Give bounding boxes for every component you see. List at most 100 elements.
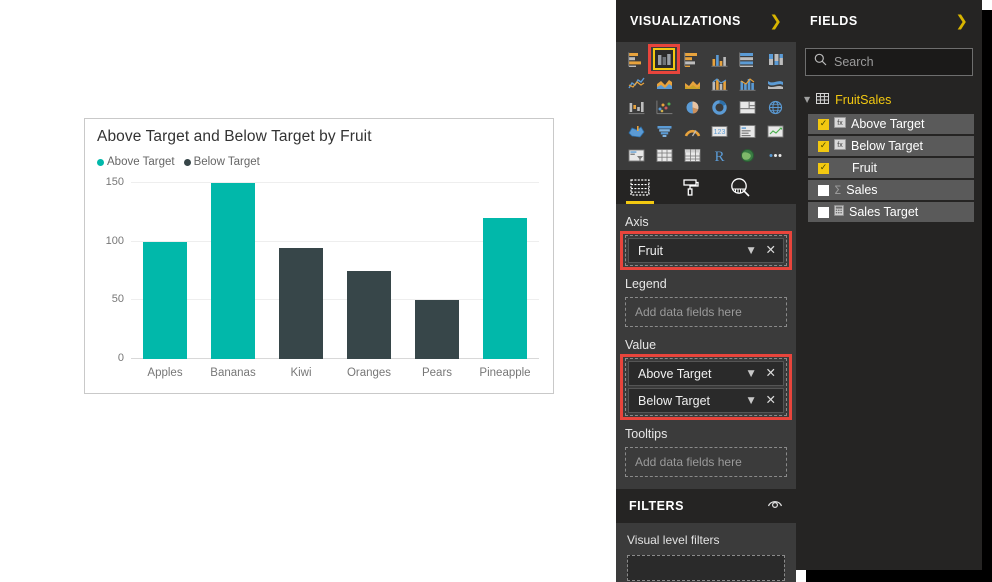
field-item[interactable]: Sales Target xyxy=(808,202,974,222)
chevron-right-icon[interactable]: ❯ xyxy=(769,13,782,29)
bar[interactable] xyxy=(142,241,188,359)
well-label-legend: Legend xyxy=(625,277,667,291)
legend-swatch-below-target xyxy=(183,158,191,166)
format-tab[interactable] xyxy=(672,172,708,202)
field-checkbox[interactable] xyxy=(818,206,829,218)
kpi-icon[interactable] xyxy=(762,120,789,142)
visualization-type-grid[interactable]: 123 R xyxy=(616,42,796,170)
field-checkbox[interactable]: ✓ xyxy=(818,140,829,152)
line-and-stacked-column-chart-icon[interactable] xyxy=(707,72,734,94)
treemap-icon[interactable] xyxy=(734,96,761,118)
map-icon[interactable] xyxy=(762,96,789,118)
slicer-icon[interactable] xyxy=(623,144,650,166)
waterfall-chart-icon[interactable] xyxy=(623,96,650,118)
bar-group[interactable]: Pears xyxy=(403,183,471,379)
well-field-pill[interactable]: Above Target ▼ ✕ xyxy=(628,361,784,386)
funnel-icon[interactable] xyxy=(651,120,678,142)
field-item[interactable]: ✓ fx Above Target xyxy=(808,114,974,134)
bar[interactable] xyxy=(414,300,460,359)
triangle-down-icon[interactable]: ▼ xyxy=(804,96,810,104)
bar-group[interactable]: Oranges xyxy=(335,183,403,379)
stacked-bar-chart-glyph xyxy=(628,52,645,67)
remove-field-button[interactable]: ✕ xyxy=(766,394,776,407)
bar-group[interactable]: Kiwi xyxy=(267,183,335,379)
stacked-column-chart-icon[interactable] xyxy=(707,48,734,70)
chevron-down-icon[interactable]: ▼ xyxy=(748,369,755,379)
chevron-down-icon[interactable]: ▼ xyxy=(748,246,755,256)
chevron-right-icon[interactable]: ❯ xyxy=(955,13,968,29)
chevron-down-icon[interactable]: ▼ xyxy=(748,396,755,406)
field-item[interactable]: ✓ Fruit xyxy=(808,158,974,178)
visualizations-panel[interactable]: VISUALIZATIONS ❯ 123 R Axis Fruit ▼ ✕ Le… xyxy=(616,0,796,582)
field-checkbox[interactable]: ✓ xyxy=(818,162,829,174)
fields-tree[interactable]: ▼ FruitSales ✓ fx Above Target ✓ fx Below Tar… xyxy=(796,82,982,222)
chart-bars[interactable]: Apples Bananas Kiwi Oranges Pears Pineapple xyxy=(131,183,539,379)
filled-map-icon[interactable] xyxy=(623,120,650,142)
field-name: Below Target xyxy=(851,139,924,153)
hundred-percent-stacked-column-chart-icon[interactable] xyxy=(762,48,789,70)
well-value[interactable]: Above Target ▼ ✕ Below Target ▼ ✕ xyxy=(620,354,792,420)
filters-title: FILTERS xyxy=(629,499,685,513)
well-dropzone-value[interactable]: Above Target ▼ ✕ Below Target ▼ ✕ xyxy=(625,358,787,416)
chart-plot-area[interactable]: 0 50 100 150 Apples Bananas Kiwi Oranges Pears P… xyxy=(97,176,543,383)
report-canvas[interactable]: Above Target and Below Target by Fruit A… xyxy=(0,0,616,582)
well-axis[interactable]: Fruit ▼ ✕ xyxy=(620,231,792,270)
scatter-chart-icon[interactable] xyxy=(651,96,678,118)
multi-row-card-icon[interactable] xyxy=(734,120,761,142)
fields-list[interactable]: ✓ fx Above Target ✓ fx Below Target ✓ Fruit Σ Sal… xyxy=(796,114,982,222)
pie-chart-icon[interactable] xyxy=(679,96,706,118)
chart-visual-card[interactable]: Above Target and Below Target by Fruit A… xyxy=(84,118,554,394)
bar[interactable] xyxy=(278,247,324,359)
well-legend[interactable]: Add data fields here xyxy=(625,297,787,327)
stacked-bar-chart-icon[interactable] xyxy=(623,48,650,70)
field-checkbox[interactable]: ✓ xyxy=(818,118,829,130)
field-wells[interactable]: Axis Fruit ▼ ✕ Legend Add data fields here Val… xyxy=(616,204,796,477)
table-icon[interactable] xyxy=(651,144,678,166)
field-item[interactable]: ✓ fx Below Target xyxy=(808,136,974,156)
card-icon[interactable]: 123 xyxy=(707,120,734,142)
stacked-area-chart-icon[interactable] xyxy=(679,72,706,94)
analytics-tab[interactable] xyxy=(722,172,758,202)
donut-chart-icon[interactable] xyxy=(707,96,734,118)
hundred-percent-stacked-bar-chart-glyph xyxy=(739,52,756,67)
gauge-icon[interactable] xyxy=(679,120,706,142)
well-field-pill[interactable]: Fruit ▼ ✕ xyxy=(628,238,784,263)
field-checkbox[interactable] xyxy=(818,184,829,196)
bar[interactable] xyxy=(482,218,528,359)
bar[interactable] xyxy=(346,271,392,359)
search-input[interactable]: Search xyxy=(805,48,973,76)
filters-eye-icon[interactable] xyxy=(767,497,783,515)
clustered-bar-chart-icon[interactable] xyxy=(679,48,706,70)
fields-tab[interactable] xyxy=(622,172,658,204)
ribbon-chart-icon[interactable] xyxy=(762,72,789,94)
line-chart-icon[interactable] xyxy=(623,72,650,94)
dropzone-legend[interactable]: Add data fields here xyxy=(625,297,787,327)
bar[interactable] xyxy=(210,183,256,359)
well-field-pill[interactable]: Below Target ▼ ✕ xyxy=(628,388,784,413)
field-item[interactable]: Σ Sales xyxy=(808,180,974,200)
hundred-percent-stacked-bar-chart-icon[interactable] xyxy=(734,48,761,70)
bar-group[interactable]: Bananas xyxy=(199,183,267,379)
filters-body[interactable]: Visual level filters xyxy=(616,523,796,581)
fields-panel[interactable]: FIELDS ❯ Search ▼ FruitSales ✓ fx Above … xyxy=(796,0,982,570)
more-options-icon[interactable] xyxy=(762,144,789,166)
remove-field-button[interactable]: ✕ xyxy=(766,244,776,257)
arcgis-map-icon[interactable] xyxy=(734,144,761,166)
legend-item-above-target[interactable]: Above Target xyxy=(97,156,175,168)
legend-item-below-target[interactable]: Below Target xyxy=(183,156,260,168)
line-and-clustered-column-chart-icon[interactable] xyxy=(734,72,761,94)
area-chart-icon[interactable] xyxy=(651,72,678,94)
fields-table-fruitsales[interactable]: ▼ FruitSales xyxy=(796,88,982,114)
clustered-column-chart-icon[interactable] xyxy=(648,44,681,74)
visual-level-filters-dropzone[interactable] xyxy=(627,555,785,581)
well-tooltips[interactable]: Add data fields here xyxy=(625,447,787,477)
bar-group[interactable]: Apples xyxy=(131,183,199,379)
matrix-icon[interactable] xyxy=(679,144,706,166)
field-well-tabs[interactable] xyxy=(616,170,796,204)
bar-group[interactable]: Pineapple xyxy=(471,183,539,379)
well-dropzone-axis[interactable]: Fruit ▼ ✕ xyxy=(625,235,787,266)
window-shadow-right xyxy=(982,10,992,582)
remove-field-button[interactable]: ✕ xyxy=(766,367,776,380)
dropzone-tooltips[interactable]: Add data fields here xyxy=(625,447,787,477)
r-script-visual-icon[interactable]: R xyxy=(707,144,734,166)
